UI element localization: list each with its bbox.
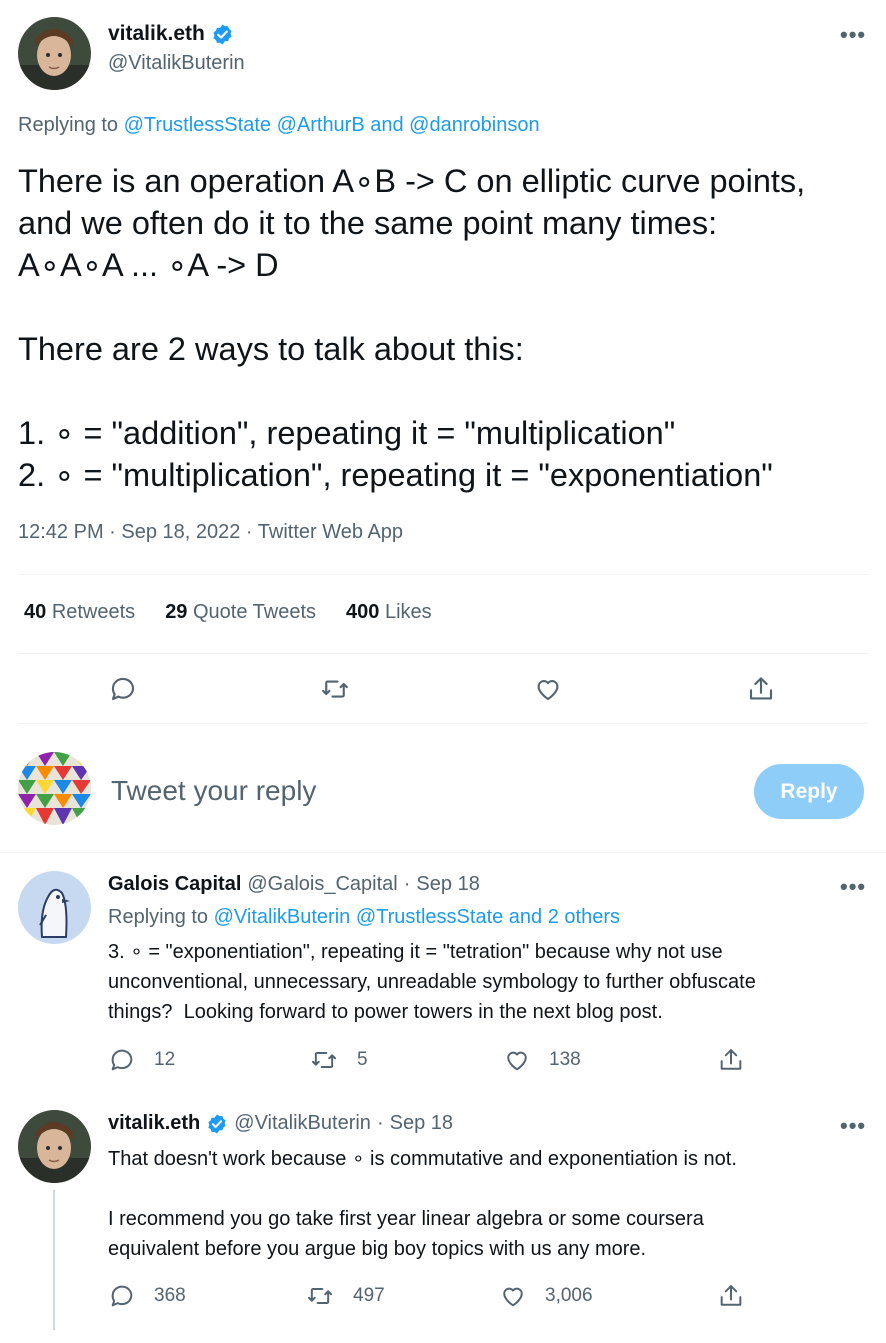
divider [18,723,868,724]
replying-prefix: Replying to [18,114,124,136]
quote-tweets-stat[interactable]: 29 Quote Tweets [165,601,316,624]
like-action[interactable]: 3,006 [499,1282,593,1310]
separator-dot: · [403,873,411,895]
like-icon[interactable] [503,1046,531,1074]
retweets-stat[interactable]: 40 Retweets [24,601,135,624]
like-icon[interactable] [533,674,563,704]
share-icon[interactable] [746,674,776,704]
tweet-text: There is an operation A∘B -> C on ellipt… [18,163,806,493]
separator-dot: · [376,1112,384,1134]
more-icon[interactable]: ••• [840,1113,866,1139]
reply-author-avatar[interactable] [18,1110,91,1183]
reply-display-name[interactable]: Galois Capital [108,873,241,896]
tweet-timestamp[interactable]: 12:42 PM · Sep 18, 2022 · Twitter Web Ap… [18,521,403,544]
replying-to: Replying to @VitalikButerin @TrustlessSt… [108,906,620,928]
thread-line [53,1190,55,1330]
reply-icon[interactable] [108,1046,136,1074]
reply-author-avatar[interactable] [18,871,91,944]
avatar-image [18,752,91,825]
mention-link[interactable]: @TrustlessState [356,906,503,928]
reply-action[interactable]: 368 [108,1282,186,1310]
reply-text: 3. ∘ = "exponentiation", repeating it = … [108,941,756,1023]
tweet-stats: 40 Retweets 29 Quote Tweets 400 Likes [24,601,432,624]
author-handle[interactable]: @VitalikButerin [108,52,245,75]
reply-button[interactable]: Reply [754,764,864,819]
like-count: 138 [549,1049,581,1070]
share-icon[interactable] [717,1282,745,1310]
reply-date[interactable]: Sep 18 [390,1112,453,1135]
reply-action[interactable]: 12 [108,1046,175,1074]
retweet-count: 497 [353,1285,385,1306]
reply-text: That doesn't work because ∘ is commutati… [108,1148,737,1260]
divider [18,653,868,654]
like-count: 3,006 [545,1285,593,1306]
mention-link[interactable]: @ArthurB [277,114,365,136]
author-name-row[interactable]: vitalik.eth [108,22,234,46]
likes-stat[interactable]: 400 Likes [346,601,432,624]
retweet-icon[interactable] [309,1046,339,1074]
reply-icon[interactable] [108,674,138,704]
reply-handle[interactable]: @VitalikButerin [234,1112,371,1135]
retweet-icon[interactable] [320,674,350,704]
share-icon[interactable] [717,1046,745,1074]
more-icon[interactable]: ••• [840,22,866,48]
retweet-count: 5 [357,1049,368,1070]
retweet-action[interactable]: 5 [309,1046,368,1074]
current-user-avatar[interactable] [18,752,91,825]
reply-header: vitalik.eth @VitalikButerin · Sep 18 [108,1112,453,1135]
divider [0,852,886,853]
reply-header: Galois Capital @Galois_Capital · Sep 18 [108,873,480,896]
avatar-image [18,1110,91,1183]
others-link[interactable]: 2 others [548,906,620,928]
author-avatar[interactable] [18,17,91,90]
reply-count: 368 [154,1285,186,1306]
replying-to: Replying to @TrustlessState @ArthurB and… [18,114,540,137]
reply-handle[interactable]: @Galois_Capital [247,873,397,896]
reply-display-name[interactable]: vitalik.eth [108,1112,200,1135]
retweet-action[interactable]: 497 [305,1282,385,1310]
mention-link[interactable]: @TrustlessState [124,114,271,136]
reply-icon[interactable] [108,1282,136,1310]
retweet-icon[interactable] [305,1282,335,1310]
reply-date[interactable]: Sep 18 [416,873,479,896]
more-icon[interactable]: ••• [840,874,866,900]
reply-input[interactable]: Tweet your reply [111,775,316,807]
avatar-image [18,17,91,90]
divider [18,574,868,575]
mention-link[interactable]: @danrobinson [409,114,539,136]
like-icon[interactable] [499,1282,527,1310]
mention-link[interactable]: @VitalikButerin [214,906,351,928]
reply-count: 12 [154,1049,176,1070]
replying-and: and [364,114,410,136]
avatar-image [18,871,91,944]
like-action[interactable]: 138 [503,1046,581,1074]
verified-badge-icon [208,1113,226,1134]
author-display-name[interactable]: vitalik.eth [108,22,205,46]
verified-badge-icon [213,23,232,45]
